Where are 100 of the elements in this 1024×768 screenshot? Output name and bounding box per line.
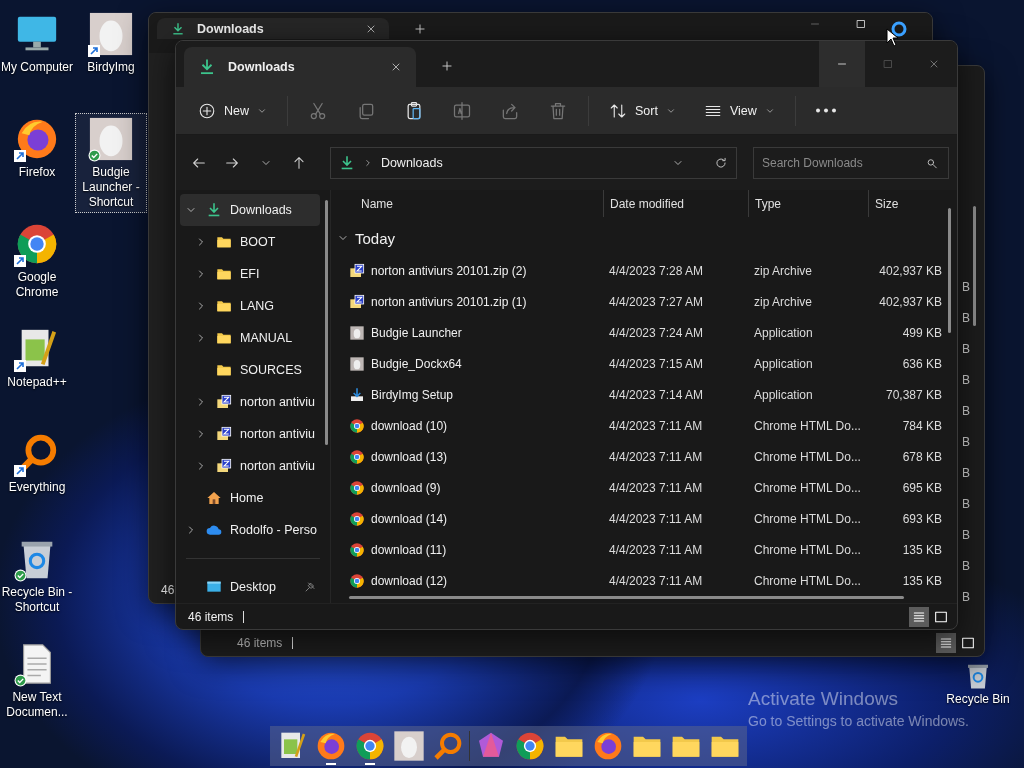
table-cell-text: Chrome HTML Do... xyxy=(753,511,862,526)
sort-menu-button[interactable]: Sort xyxy=(597,94,688,127)
file-name[interactable]: download (9) xyxy=(371,480,441,495)
group-header[interactable]: Today xyxy=(333,221,957,255)
table-cell-text: 4/4/2023 7:11 AM xyxy=(608,480,704,495)
plus-icon xyxy=(440,59,454,73)
trash-icon xyxy=(548,100,568,121)
item-count: 46 xyxy=(161,583,175,597)
sidebar-item[interactable]: Home xyxy=(180,482,320,514)
table-cell-text: 402,937 KB xyxy=(878,294,943,309)
size-fragment: B xyxy=(962,311,970,327)
column-header[interactable]: Name xyxy=(333,190,603,217)
loading-ring-icon xyxy=(890,20,908,38)
size-fragment: B xyxy=(962,497,970,513)
close-icon xyxy=(390,61,402,73)
size-fragment: B xyxy=(962,373,970,389)
sidebar-item[interactable]: EFI xyxy=(180,258,320,290)
table-cell-text: Application xyxy=(753,387,814,402)
sidebar-item[interactable]: norton antiviu xyxy=(180,386,320,418)
sidebar-item[interactable]: norton antiviu xyxy=(180,450,320,482)
taskbar-app-button[interactable] xyxy=(391,728,427,764)
desktop-shortcut[interactable]: Budgie Launcher - Shortcut xyxy=(75,113,147,213)
download-icon xyxy=(198,58,216,76)
table-cell-text: 135 KB xyxy=(901,542,943,557)
table-cell-text: zip Archive xyxy=(753,294,814,309)
sidebar-item[interactable]: norton antiviu xyxy=(180,418,320,450)
sidebar-item[interactable]: LANG xyxy=(180,290,320,322)
photo-thumbnail xyxy=(88,11,134,57)
table-cell-text: 693 KB xyxy=(901,511,943,526)
activation-title: Activate Windows xyxy=(748,688,898,710)
app-icon xyxy=(349,355,365,372)
sidebar-item[interactable]: Desktop xyxy=(180,571,320,603)
desktop-shortcut[interactable]: Recycle Bin xyxy=(936,658,1020,710)
file-name[interactable]: Budgie Launcher xyxy=(371,325,462,340)
photo-thumbnail xyxy=(393,730,425,762)
desktop-shortcut[interactable]: New Text Documen... xyxy=(0,638,79,723)
tab[interactable]: Downloads xyxy=(157,18,389,39)
table-cell-text: zip Archive xyxy=(753,263,814,278)
details-view-button[interactable] xyxy=(936,633,956,653)
table-cell-text: 4/4/2023 7:14 AM xyxy=(608,387,705,402)
details-view-button[interactable] xyxy=(909,606,929,627)
column-header[interactable]: Type xyxy=(748,190,868,217)
table-cell-text: 695 KB xyxy=(901,480,943,495)
folder-icon xyxy=(216,266,232,282)
file-name[interactable]: download (14) xyxy=(371,511,448,526)
table-cell-text: 4/4/2023 7:28 AM xyxy=(608,263,705,278)
desktop-shortcut[interactable]: Everything xyxy=(0,428,79,498)
file-name[interactable]: download (10) xyxy=(371,418,448,433)
sidebar-item[interactable]: SOURCES xyxy=(180,354,320,386)
address-bar[interactable]: Downloads xyxy=(329,146,737,179)
chrome-icon xyxy=(354,730,386,762)
tile-icon xyxy=(960,635,976,651)
table-cell-text: 636 KB xyxy=(901,356,943,371)
item-count: 46 items xyxy=(237,636,283,650)
size-fragment: B xyxy=(962,280,970,296)
table-cell-text: Chrome HTML Do... xyxy=(753,573,862,588)
table-cell-text: 4/4/2023 7:27 AM xyxy=(608,294,705,309)
chrome-icon xyxy=(349,510,365,527)
scissors-icon xyxy=(308,100,328,121)
sidebar-item[interactable]: Rodolfo - Perso xyxy=(180,514,320,546)
sidebar-item[interactable]: Downloads xyxy=(180,194,320,226)
chrome-icon xyxy=(349,417,365,434)
table-cell-text: 4/4/2023 7:24 AM xyxy=(608,325,705,340)
desktop-shortcut[interactable]: Google Chrome xyxy=(0,218,79,303)
column-header[interactable]: Date modified xyxy=(603,190,748,217)
view-menu-button[interactable]: View xyxy=(691,94,787,127)
file-name[interactable]: norton antiviurs 20101.zip (1) xyxy=(371,294,527,309)
sidebar-item[interactable]: MANUAL xyxy=(180,322,320,354)
size-fragment: B xyxy=(962,404,970,420)
table-cell-text: 784 KB xyxy=(901,418,943,433)
file-name[interactable]: download (12) xyxy=(371,573,448,588)
folder-icon xyxy=(216,298,232,314)
file-name[interactable]: Budgie_Dockx64 xyxy=(371,356,462,371)
column-header[interactable]: Size xyxy=(868,190,946,217)
file-name[interactable]: BirdyImg Setup xyxy=(371,387,454,402)
download-icon xyxy=(171,21,185,36)
photo-thumbnail xyxy=(88,116,134,162)
file-name[interactable]: download (11) xyxy=(371,542,447,557)
table-cell-text: Application xyxy=(753,356,814,371)
sidebar-item[interactable]: BOOT xyxy=(180,226,320,258)
archive-icon xyxy=(216,394,232,410)
file-name[interactable]: download (13) xyxy=(371,449,448,464)
desktop-shortcut[interactable]: Notepad++ xyxy=(0,323,79,393)
chrome-icon xyxy=(349,572,365,589)
tab[interactable]: Downloads xyxy=(184,47,416,87)
download-icon xyxy=(206,202,222,218)
app-icon xyxy=(349,324,365,341)
desktop-shortcut[interactable]: Recycle Bin - Shortcut xyxy=(0,533,79,618)
folder-icon xyxy=(216,234,232,250)
archive-icon xyxy=(216,458,232,474)
table-cell-text: 4/4/2023 7:11 AM xyxy=(608,418,704,433)
refresh-icon xyxy=(714,155,728,170)
file-name[interactable]: norton antiviurs 20101.zip (2) xyxy=(371,263,527,278)
desktop-icon xyxy=(206,579,222,595)
installer-icon xyxy=(349,386,365,403)
new-menu-button[interactable]: New xyxy=(186,94,279,127)
rename-icon xyxy=(452,100,472,121)
search-field[interactable]: Search Downloads xyxy=(753,146,949,179)
breadcrumb[interactable]: Downloads xyxy=(380,155,664,170)
sort-icon xyxy=(609,101,627,120)
